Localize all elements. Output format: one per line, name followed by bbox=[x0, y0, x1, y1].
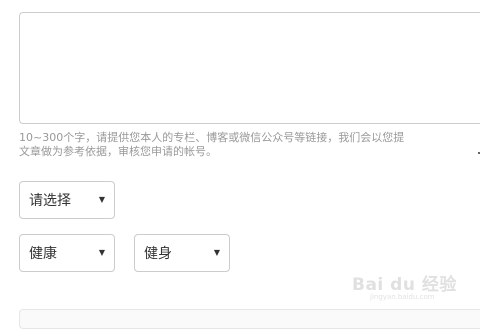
category-select-value: 请选择 bbox=[29, 193, 71, 209]
chevron-down-icon: ▼ bbox=[213, 248, 220, 257]
chevron-down-icon: ▼ bbox=[98, 248, 105, 257]
next-form-section bbox=[19, 309, 480, 329]
area-select-primary[interactable]: 健康 ▼ bbox=[19, 234, 115, 272]
intro-hint-text: 10~300个字，请提供您本人的专栏、博客或微信公众号等链接，我们会以您提 文章… bbox=[19, 131, 405, 158]
area-select-primary-value: 健康 bbox=[29, 246, 57, 262]
watermark-subtext: jingyan.baidu.com bbox=[370, 293, 435, 301]
watermark-text: Bai du 经验 bbox=[352, 275, 457, 295]
area-select-secondary-value: 健身 bbox=[144, 246, 172, 262]
baidu-jingyan-watermark: Bai du 经验 jingyan.baidu.com bbox=[348, 262, 458, 306]
category-select[interactable]: 请选择 ▼ bbox=[19, 181, 115, 219]
chevron-down-icon: ▼ bbox=[98, 195, 105, 204]
area-select-secondary[interactable]: 健身 ▼ bbox=[134, 234, 230, 272]
intro-textarea[interactable] bbox=[19, 12, 480, 124]
